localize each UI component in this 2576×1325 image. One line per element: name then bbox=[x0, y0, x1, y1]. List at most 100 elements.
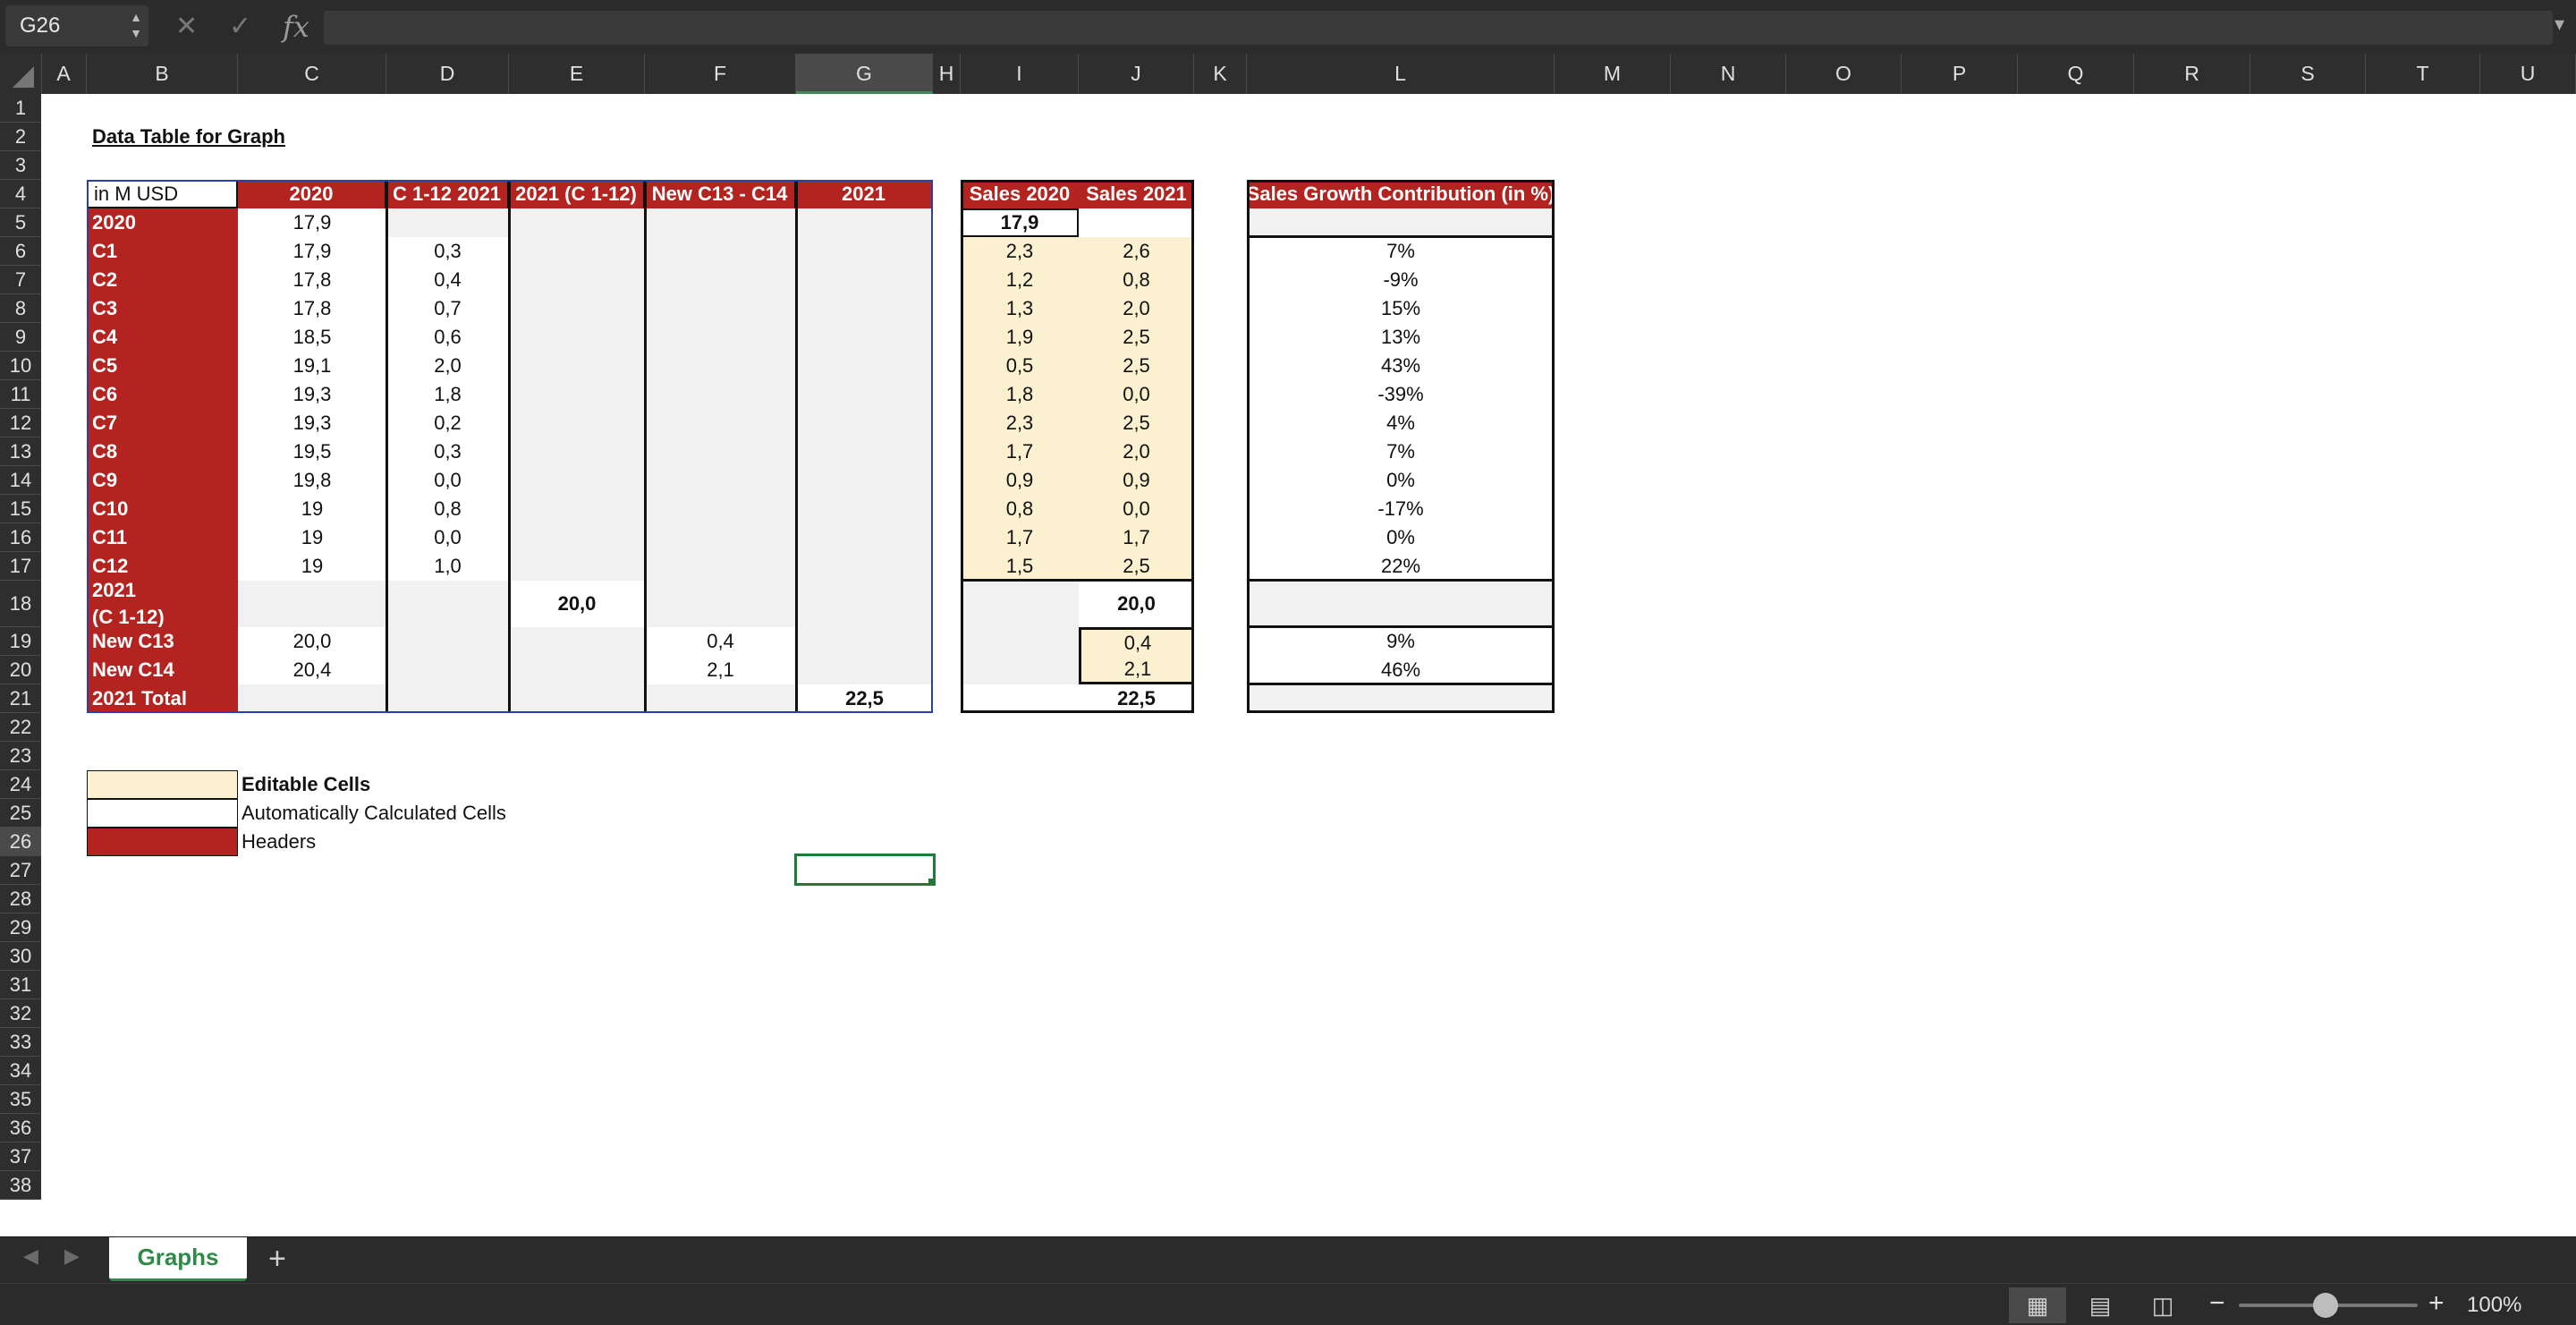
table2-cell-sales-2020[interactable]: 1,7 bbox=[961, 523, 1079, 552]
table1-cell-2021-c112[interactable] bbox=[509, 437, 645, 466]
row-header-35[interactable]: 35 bbox=[0, 1085, 41, 1114]
table1-row-label[interactable]: C1 bbox=[87, 237, 238, 266]
zoom-slider-knob[interactable] bbox=[2313, 1293, 2338, 1318]
table1-cell-c112[interactable] bbox=[386, 684, 509, 713]
row-header-20[interactable]: 20 bbox=[0, 656, 41, 684]
table1-cell-2020[interactable]: 19,3 bbox=[238, 380, 386, 409]
table2-cell[interactable] bbox=[1079, 208, 1194, 237]
row-header-13[interactable]: 13 bbox=[0, 437, 41, 466]
confirm-icon[interactable]: ✓ bbox=[229, 9, 251, 45]
row-header-24[interactable]: 24 bbox=[0, 770, 41, 799]
table2-cell-sales-2021[interactable]: 0,0 bbox=[1079, 380, 1194, 409]
column-header-s[interactable]: S bbox=[2250, 54, 2366, 94]
table1-cell-2021[interactable] bbox=[796, 294, 933, 323]
row-header-14[interactable]: 14 bbox=[0, 466, 41, 495]
table1-row-label[interactable]: C2 bbox=[87, 266, 238, 294]
table1-cell-c112[interactable] bbox=[386, 581, 509, 627]
table1-cell-new[interactable] bbox=[645, 266, 796, 294]
table1-cell-c112[interactable] bbox=[386, 627, 509, 656]
column-header-a[interactable]: A bbox=[41, 54, 87, 94]
table1-cell-2021[interactable] bbox=[796, 495, 933, 523]
row-header-26[interactable]: 26 bbox=[0, 828, 41, 856]
column-header-h[interactable]: H bbox=[933, 54, 961, 94]
table1-row-label[interactable]: C8 bbox=[87, 437, 238, 466]
table1-cell-c112[interactable]: 0,7 bbox=[386, 294, 509, 323]
table1-cell-2021-c112[interactable] bbox=[509, 627, 645, 656]
name-box-stepper-icon[interactable]: ▲ ▼ bbox=[125, 9, 147, 41]
row-header-27[interactable]: 27 bbox=[0, 856, 41, 885]
table1-cell-c112[interactable]: 0,3 bbox=[386, 437, 509, 466]
table1-cell-2020[interactable]: 17,8 bbox=[238, 294, 386, 323]
row-header-32[interactable]: 32 bbox=[0, 999, 41, 1028]
row-header-10[interactable]: 10 bbox=[0, 352, 41, 380]
page-break-view-icon[interactable]: ◫ bbox=[2134, 1287, 2191, 1323]
table1-cell-2021[interactable] bbox=[796, 627, 933, 656]
add-sheet-button[interactable]: + bbox=[268, 1239, 286, 1278]
column-header-p[interactable]: P bbox=[1902, 54, 2018, 94]
table2-cell-sales-2020[interactable]: 1,5 bbox=[961, 552, 1079, 581]
table1-cell-2021-c112[interactable] bbox=[509, 380, 645, 409]
fill-handle[interactable] bbox=[928, 879, 936, 886]
table2-cell-sales-2021[interactable]: 2,0 bbox=[1079, 294, 1194, 323]
row-header-2[interactable]: 2 bbox=[0, 123, 41, 151]
table1-cell-2021-c112[interactable] bbox=[509, 323, 645, 352]
table1-cell-c112[interactable]: 2,0 bbox=[386, 352, 509, 380]
row-header-33[interactable]: 33 bbox=[0, 1028, 41, 1057]
table1-cell-2021[interactable] bbox=[796, 552, 933, 581]
table1-cell-2020[interactable]: 17,8 bbox=[238, 266, 386, 294]
table2-cell-sales-2021[interactable]: 2,5 bbox=[1079, 352, 1194, 380]
table1-header[interactable]: New C13 - C14 bbox=[645, 180, 796, 208]
table1-cell-new[interactable]: 2,1 bbox=[645, 656, 796, 684]
table2-cell-sales-2021[interactable]: 2,5 bbox=[1079, 552, 1194, 581]
table1-cell-2021-c112[interactable] bbox=[509, 656, 645, 684]
table2-cell-sales-2021[interactable]: 2,6 bbox=[1079, 237, 1194, 266]
table1-cell-new[interactable] bbox=[645, 523, 796, 552]
table1-cell-2021-c112[interactable] bbox=[509, 237, 645, 266]
row-header-6[interactable]: 6 bbox=[0, 237, 41, 266]
table1-cell-c112[interactable] bbox=[386, 656, 509, 684]
table2-cell-sales-2020[interactable]: 1,8 bbox=[961, 380, 1079, 409]
row-header-12[interactable]: 12 bbox=[0, 409, 41, 437]
table1-cell-2020[interactable]: 19,8 bbox=[238, 466, 386, 495]
table2-header[interactable]: Sales 2021 bbox=[1079, 180, 1194, 208]
table3-cell-growth-new[interactable]: 9% bbox=[1247, 627, 1555, 656]
table1-row-label[interactable]: C7 bbox=[87, 409, 238, 437]
table1-row-label[interactable]: New C14 bbox=[87, 656, 238, 684]
table1-cell-2020[interactable]: 19 bbox=[238, 495, 386, 523]
table1-cell-2020[interactable]: 18,5 bbox=[238, 323, 386, 352]
table1-cell-c112[interactable]: 0,3 bbox=[386, 237, 509, 266]
table3-cell-growth[interactable]: 13% bbox=[1247, 323, 1555, 352]
table1-header[interactable]: 2021 bbox=[796, 180, 933, 208]
table1-cell-2021[interactable] bbox=[796, 352, 933, 380]
table1-row-label[interactable]: C5 bbox=[87, 352, 238, 380]
column-header-n[interactable]: N bbox=[1671, 54, 1786, 94]
table1-cell-2021-c112[interactable] bbox=[509, 684, 645, 713]
column-header-q[interactable]: Q bbox=[2018, 54, 2134, 94]
table2-cell-sales-2021[interactable]: 0,0 bbox=[1079, 495, 1194, 523]
table1-cell-2021[interactable] bbox=[796, 409, 933, 437]
table1-cell-2021-c112[interactable]: 20,0 bbox=[509, 581, 645, 627]
table1-row-label[interactable]: C11 bbox=[87, 523, 238, 552]
table1-cell-c112[interactable]: 0,2 bbox=[386, 409, 509, 437]
column-header-u[interactable]: U bbox=[2480, 54, 2576, 94]
column-header-e[interactable]: E bbox=[509, 54, 645, 94]
column-header-m[interactable]: M bbox=[1555, 54, 1671, 94]
legend-swatch-auto[interactable] bbox=[87, 799, 238, 828]
prev-sheet-icon[interactable]: ◀ bbox=[23, 1244, 38, 1268]
table1-cell-2020[interactable]: 19 bbox=[238, 523, 386, 552]
table3-cell-growth[interactable]: 15% bbox=[1247, 294, 1555, 323]
table2-cell-total[interactable]: 22,5 bbox=[961, 684, 1194, 713]
page-layout-view-icon[interactable]: ▤ bbox=[2072, 1287, 2129, 1323]
table2-cell[interactable] bbox=[961, 581, 1079, 627]
table1-row-label[interactable]: New C13 bbox=[87, 627, 238, 656]
select-all-corner[interactable] bbox=[0, 54, 42, 94]
row-header-16[interactable]: 16 bbox=[0, 523, 41, 552]
row-header-23[interactable]: 23 bbox=[0, 742, 41, 770]
row-header-7[interactable]: 7 bbox=[0, 266, 41, 294]
table3-cell[interactable] bbox=[1247, 684, 1555, 713]
table1-cell-c112[interactable]: 0,6 bbox=[386, 323, 509, 352]
table2-cell-sales-2021[interactable]: 1,7 bbox=[1079, 523, 1194, 552]
table1-cell-new[interactable] bbox=[645, 552, 796, 581]
table1-cell-c112[interactable]: 0,0 bbox=[386, 466, 509, 495]
column-header-c[interactable]: C bbox=[238, 54, 386, 94]
